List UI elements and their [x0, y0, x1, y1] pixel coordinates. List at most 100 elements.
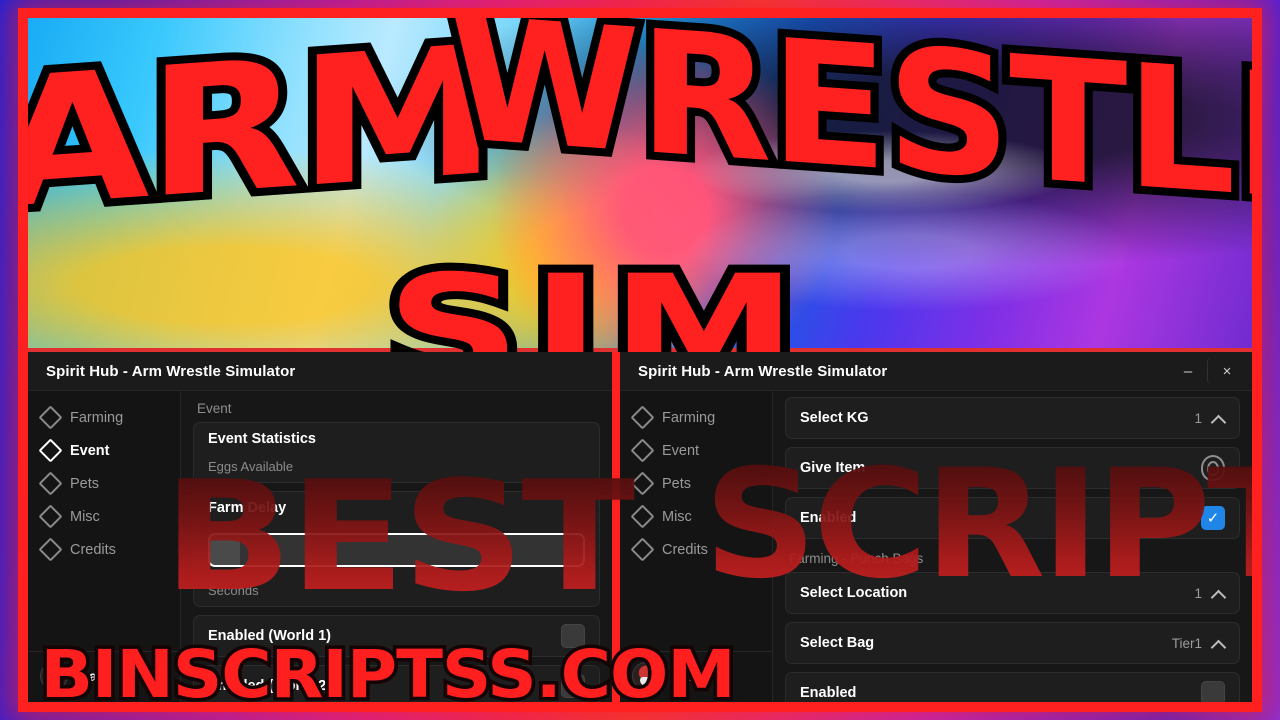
row-select-location[interactable]: Select Location 1 [800, 573, 1225, 613]
toggle-checkbox[interactable] [561, 624, 585, 648]
right-sidebar: Farming Event Pets Misc Credits Carti [620, 391, 773, 702]
sidebar-item-credits[interactable]: Credits [28, 533, 180, 566]
sidebar-item-label: Credits [662, 541, 708, 558]
diamond-icon [630, 471, 655, 496]
row-title: Farm Delay [208, 500, 287, 516]
sidebar-item-label: Farming [70, 409, 124, 426]
diamond-icon [630, 537, 655, 562]
card-event-statistics: Event Statistics Eggs Available [193, 422, 600, 483]
card-select-kg: Select KG 1 [785, 397, 1240, 439]
chevron-up-icon[interactable] [1212, 637, 1225, 650]
left-window-titlebar[interactable]: Spirit Hub - Arm Wrestle Simulator [28, 352, 612, 391]
row-control: 1 [1194, 411, 1225, 426]
row-control: 1 [1194, 586, 1225, 601]
row-value: 1 [1194, 410, 1202, 426]
minimize-icon[interactable]: – [1169, 358, 1207, 384]
left-window-title: Spirit Hub - Arm Wrestle Simulator [46, 362, 296, 380]
user-name: Carti [79, 668, 111, 684]
chevron-up-icon[interactable] [1212, 412, 1225, 425]
row-enabled-world-1[interactable]: Enabled (World 1) [208, 616, 585, 656]
sidebar-item-label: Event [70, 442, 110, 459]
sidebar-item-farming[interactable]: Farming [28, 401, 180, 434]
sidebar-item-farming[interactable]: Farming [620, 401, 772, 434]
diamond-icon [630, 438, 655, 463]
title-artwork: ARM WRESTLE SIM [28, 18, 1252, 426]
title-word-arm: ARM [28, 18, 503, 257]
right-content: Select KG 1 Give Item Enabled ✓ Farming … [773, 391, 1252, 702]
row-enabled-top[interactable]: Enabled ✓ [800, 498, 1225, 538]
right-window-title: Spirit Hub - Arm Wrestle Simulator [638, 362, 888, 380]
sidebar-item-event[interactable]: Event [28, 434, 180, 467]
row-title: Enabled (World 2) [208, 678, 331, 694]
left-sidebar-user[interactable]: Carti [28, 651, 180, 702]
left-sidebar: Farming Event Pets Misc Credits Carti [28, 391, 181, 702]
sidebar-item-misc[interactable]: Misc [28, 500, 180, 533]
diamond-icon [630, 504, 655, 529]
sidebar-item-label: Credits [70, 541, 116, 558]
row-select-kg[interactable]: Select KG 1 [800, 398, 1225, 438]
row-title: Enabled (World 1) [208, 628, 331, 644]
row-title: Give Item [800, 460, 866, 476]
section-label-event: Event [197, 401, 232, 416]
row-subtitle: Eggs Available [208, 459, 294, 474]
sidebar-item-label: Event [662, 442, 700, 459]
row-value: 1 [1194, 585, 1202, 601]
row-title: Enabled [800, 510, 857, 526]
right-window-body: Farming Event Pets Misc Credits Carti Se… [620, 391, 1252, 702]
section-label-farming-punch-bags: Farming - Punch Bags [789, 551, 924, 566]
sidebar-item-misc[interactable]: Misc [620, 500, 772, 533]
avatar [40, 662, 68, 690]
chevron-up-icon[interactable] [1212, 587, 1225, 600]
card-farm-delay: Farm Delay Seconds [193, 491, 600, 607]
sidebar-item-credits[interactable]: Credits [620, 533, 772, 566]
row-farm-delay: Farm Delay Seconds [208, 492, 585, 606]
card-enabled-top: Enabled ✓ [785, 497, 1240, 539]
row-value: Tier1 [1171, 635, 1202, 651]
row-event-statistics: Event Statistics Eggs Available [208, 423, 585, 482]
slider-value-label: Seconds [208, 583, 259, 598]
row-title: Enabled [800, 685, 857, 701]
card-enabled-bottom: Enabled [785, 672, 1240, 702]
sidebar-item-label: Misc [662, 508, 692, 525]
row-select-bag[interactable]: Select Bag Tier1 [800, 623, 1225, 663]
sidebar-item-event[interactable]: Event [620, 434, 772, 467]
left-window: Spirit Hub - Arm Wrestle Simulator Farmi… [28, 352, 612, 702]
toggle-checkbox-checked[interactable]: ✓ [1201, 506, 1225, 530]
row-enabled-bottom[interactable]: Enabled [800, 673, 1225, 702]
diamond-icon [38, 471, 63, 496]
right-sidebar-user[interactable]: Carti [620, 651, 772, 702]
sidebar-item-label: Farming [662, 409, 716, 426]
sidebar-item-label: Pets [70, 475, 100, 492]
diamond-icon [38, 438, 63, 463]
farm-delay-slider[interactable] [208, 533, 585, 567]
diamond-icon [630, 405, 655, 430]
card-give-item: Give Item [785, 447, 1240, 489]
right-window-titlebar[interactable]: Spirit Hub - Arm Wrestle Simulator – × [620, 352, 1252, 391]
close-icon[interactable]: × [1207, 358, 1246, 384]
diamond-icon [38, 504, 63, 529]
fingerprint-icon[interactable] [1201, 455, 1225, 481]
card-enabled-world-2: Enabled (World 2) [193, 665, 600, 702]
row-title: Select KG [800, 410, 869, 426]
toggle-checkbox[interactable] [561, 674, 585, 698]
left-window-body: Farming Event Pets Misc Credits Carti Ev… [28, 391, 612, 702]
row-title: Select Bag [800, 635, 875, 651]
ui-screenshot-area: Spirit Hub - Arm Wrestle Simulator Farmi… [28, 352, 1252, 702]
sidebar-item-pets[interactable]: Pets [620, 467, 772, 500]
row-enabled-world-2[interactable]: Enabled (World 2) [208, 666, 585, 702]
user-name: Carti [671, 668, 703, 684]
row-control: Tier1 [1172, 636, 1225, 651]
sidebar-item-label: Pets [662, 475, 692, 492]
card-enabled-world-1: Enabled (World 1) [193, 615, 600, 657]
toggle-checkbox[interactable] [1201, 681, 1225, 702]
title-word-wrestle: WRESTLE [441, 18, 1252, 250]
sidebar-item-pets[interactable]: Pets [28, 467, 180, 500]
diamond-icon [38, 537, 63, 562]
left-content: Event Event Statistics Eggs Available Fa… [181, 391, 612, 702]
right-window: Spirit Hub - Arm Wrestle Simulator – × F… [620, 352, 1252, 702]
row-give-item[interactable]: Give Item [800, 448, 1225, 488]
avatar [632, 662, 660, 690]
card-select-location: Select Location 1 [785, 572, 1240, 614]
